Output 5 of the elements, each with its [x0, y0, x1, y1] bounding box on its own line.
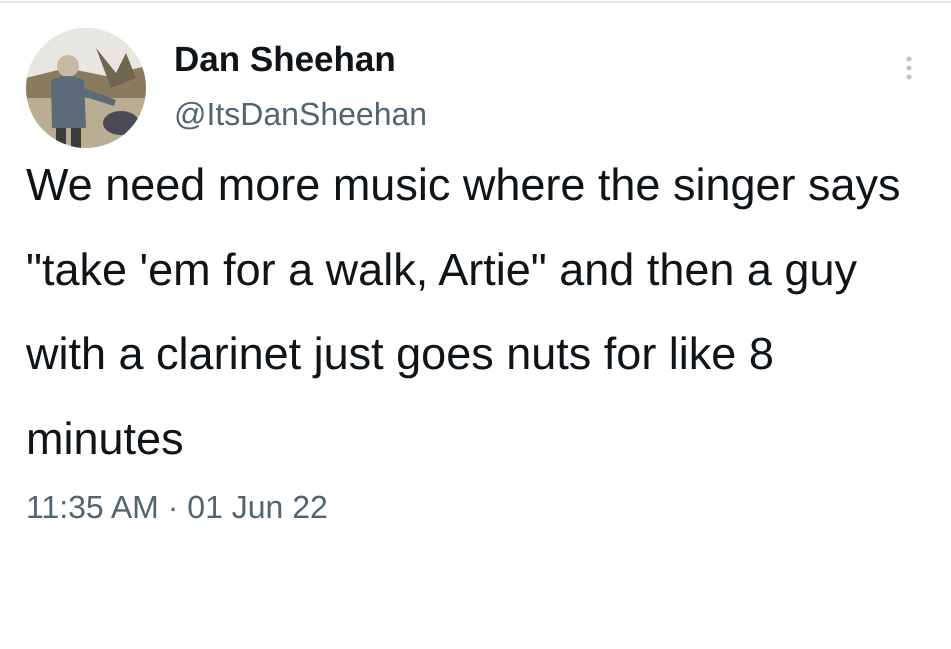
- more-options-icon[interactable]: [905, 55, 913, 81]
- author-name: Dan Sheehan: [174, 39, 397, 81]
- tweet-text: We need more music where the singer says "take 'em for a walk, Artie" and then a guy with a clarinet just goes nuts for like 8 minutes: [26, 158, 902, 466]
- tweet-timestamp: 11:35 AM · 01 Jun 22: [26, 489, 328, 526]
- author-handle: @ItsDanSheehan: [174, 95, 428, 134]
